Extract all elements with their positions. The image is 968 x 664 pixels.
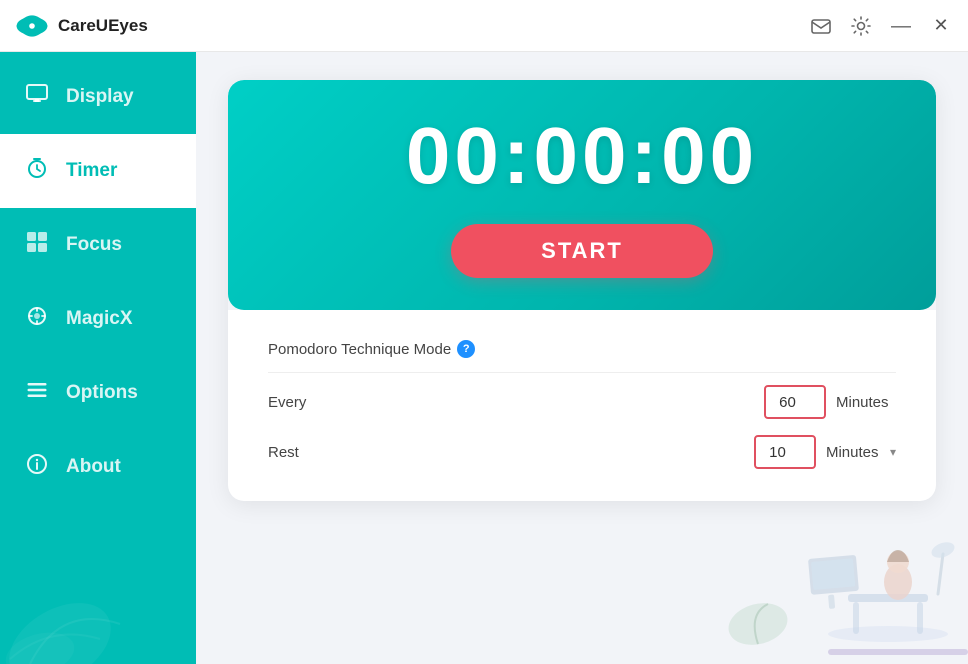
timer-section: 00:00:00 START (228, 80, 936, 310)
sidebar-item-display[interactable]: Display (0, 60, 196, 134)
rest-unit-chevron[interactable]: ▾ (890, 445, 896, 459)
start-button[interactable]: START (451, 224, 713, 278)
focus-icon (24, 231, 50, 259)
every-label: Every (268, 394, 388, 411)
pomodoro-label: Pomodoro Technique Mode ? (268, 340, 475, 358)
divider-1 (268, 372, 896, 373)
rest-label: Rest (268, 444, 388, 461)
settings-panel: Pomodoro Technique Mode ? Every (228, 310, 936, 501)
pomodoro-help-icon[interactable]: ? (457, 340, 475, 358)
sidebar-item-magicx[interactable]: MagicX (0, 282, 196, 356)
pomodoro-row: Pomodoro Technique Mode ? (268, 330, 896, 368)
app-title: CareUEyes (58, 16, 810, 36)
sidebar-item-about-label: About (66, 456, 121, 478)
minimize-icon[interactable]: — (890, 15, 912, 37)
sidebar-item-focus-label: Focus (66, 234, 122, 256)
content-area: 00:00:00 START Pomodoro Technique Mode ? (196, 52, 968, 664)
title-bar-controls: — ✕ (810, 15, 952, 37)
magicx-icon (24, 305, 50, 333)
mail-icon[interactable] (810, 15, 832, 37)
close-icon[interactable]: ✕ (930, 15, 952, 37)
rest-input[interactable] (754, 435, 816, 469)
app-body: Display Timer Focus (0, 52, 968, 664)
display-icon (24, 83, 50, 111)
sidebar-item-display-label: Display (66, 86, 134, 108)
every-unit: Minutes (836, 394, 896, 411)
sidebar-item-timer-label: Timer (66, 160, 117, 182)
settings-icon[interactable] (850, 15, 872, 37)
sidebar: Display Timer Focus (0, 52, 196, 664)
sidebar-item-options-label: Options (66, 382, 138, 404)
every-row: Every Minutes (268, 377, 896, 427)
illustration (708, 504, 968, 664)
title-bar: CareUEyes — ✕ (0, 0, 968, 52)
sidebar-item-options[interactable]: Options (0, 356, 196, 430)
options-icon (24, 379, 50, 407)
rest-unit: Minutes (826, 444, 886, 461)
sidebar-item-focus[interactable]: Focus (0, 208, 196, 282)
timer-display: 00:00:00 (406, 116, 758, 196)
app-logo (16, 10, 48, 42)
rest-row: Rest Minutes ▾ (268, 427, 896, 477)
sidebar-item-about[interactable]: About (0, 430, 196, 504)
timer-icon (24, 157, 50, 185)
decorative-leaf (0, 484, 196, 664)
about-icon (24, 453, 50, 481)
sidebar-item-magicx-label: MagicX (66, 308, 133, 330)
rest-unit-container: Minutes ▾ (826, 444, 896, 461)
sidebar-item-timer[interactable]: Timer (0, 134, 196, 208)
every-input[interactable] (764, 385, 826, 419)
timer-card-wrapper: 00:00:00 START Pomodoro Technique Mode ? (228, 80, 936, 501)
